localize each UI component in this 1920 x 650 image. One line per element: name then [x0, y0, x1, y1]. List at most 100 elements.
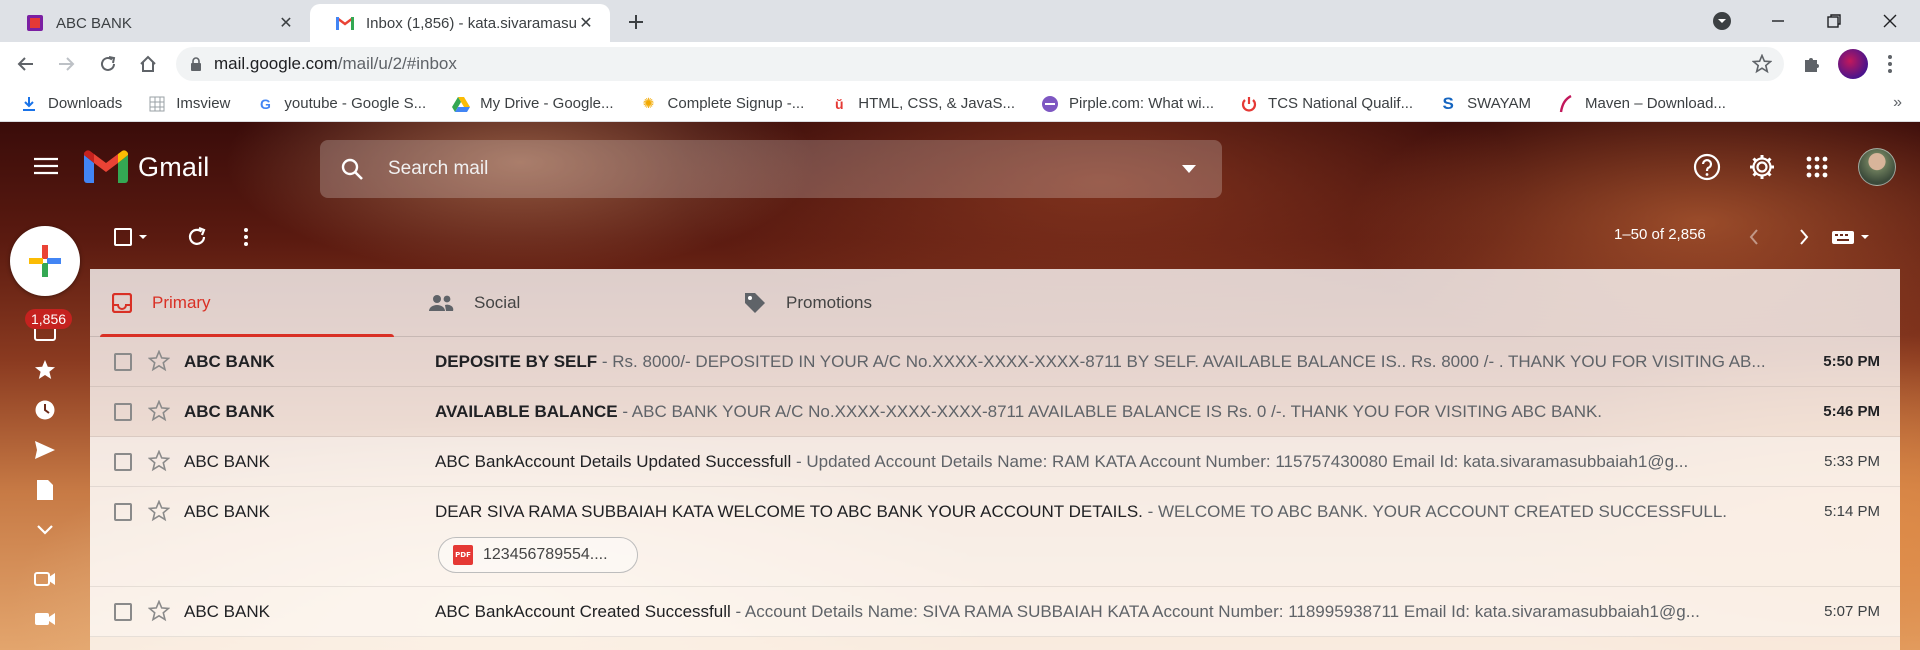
- lock-icon[interactable]: [190, 57, 202, 71]
- pirple-icon: [1041, 95, 1059, 113]
- email-subject-line: DEAR SIVA RAMA SUBBAIAH KATA WELCOME TO …: [435, 502, 1815, 522]
- row-checkbox[interactable]: [114, 603, 132, 621]
- email-time: 5:50 PM: [1823, 353, 1880, 370]
- address-bar[interactable]: mail.google.com/mail/u/2/#inbox: [176, 47, 1784, 81]
- email-sender: ABC BANK: [184, 352, 275, 371]
- email-sender: ABC BANK: [184, 402, 275, 421]
- row-checkbox[interactable]: [114, 503, 132, 521]
- refresh-icon[interactable]: [182, 222, 212, 252]
- browser-toolbar: mail.google.com/mail/u/2/#inbox: [0, 42, 1920, 86]
- bookmark-swayam[interactable]: S SWAYAM: [1439, 93, 1531, 113]
- bookmark-label: My Drive - Google...: [480, 95, 614, 112]
- email-row[interactable]: ABC BANK ABC BankAccount Created Success…: [90, 587, 1900, 637]
- gmail-logo[interactable]: Gmail: [84, 150, 210, 184]
- email-subject-line: ABC BankAccount Created Successfull - Ac…: [435, 602, 1815, 622]
- attachment-filename: 123456789554....: [483, 546, 608, 563]
- close-window-icon[interactable]: [1862, 0, 1918, 42]
- bookmark-downloads[interactable]: Downloads: [20, 95, 122, 113]
- bookmark-imsview[interactable]: Imsview: [148, 95, 230, 113]
- older-chevron-right-icon[interactable]: [1792, 222, 1816, 252]
- tab-search-icon[interactable]: [1694, 0, 1750, 42]
- compose-button[interactable]: [10, 226, 80, 296]
- search-bar[interactable]: [320, 140, 1222, 198]
- new-tab-icon[interactable]: [622, 8, 650, 36]
- url-host: mail.google.com: [214, 54, 338, 73]
- email-row[interactable]: ABC BANK DEPOSITE BY SELF - Rs. 8000/- D…: [90, 337, 1900, 387]
- tab-social[interactable]: Social: [406, 269, 710, 337]
- close-tab-icon[interactable]: ✕: [576, 13, 596, 33]
- email-subject-line: DEPOSITE BY SELF - Rs. 8000/- DEPOSITED …: [435, 352, 1815, 372]
- browser-tab-abc-bank[interactable]: ABC BANK ✕: [0, 4, 310, 42]
- row-checkbox[interactable]: [114, 353, 132, 371]
- tab-primary[interactable]: Primary: [90, 269, 394, 337]
- restore-icon[interactable]: [1806, 0, 1862, 42]
- search-options-dropdown-icon[interactable]: [1182, 160, 1196, 178]
- input-tools-keyboard-icon[interactable]: [1830, 222, 1874, 252]
- browser-profile-avatar[interactable]: [1838, 49, 1868, 79]
- search-icon[interactable]: [340, 157, 368, 181]
- browser-tab-inbox[interactable]: Inbox (1,856) - kata.sivaramasubb ✕: [310, 4, 610, 42]
- email-time: 5:07 PM: [1824, 603, 1880, 620]
- email-row[interactable]: ABC BANK DEAR SIVA RAMA SUBBAIAH KATA WE…: [90, 487, 1900, 587]
- close-tab-icon[interactable]: ✕: [276, 13, 296, 33]
- bookmark-my-drive[interactable]: My Drive - Google...: [452, 95, 614, 113]
- reload-icon[interactable]: [94, 50, 122, 78]
- more-chevron-down-icon[interactable]: [30, 515, 60, 545]
- bookmarks-bar: Downloads Imsview G youtube - Google S..…: [0, 86, 1920, 122]
- tab-title: ABC BANK: [56, 14, 132, 32]
- chrome-menu-icon[interactable]: [1876, 50, 1904, 78]
- select-all-checkbox[interactable]: [110, 222, 156, 252]
- tab-promotions[interactable]: Promotions: [722, 269, 1026, 337]
- apps-grid-icon[interactable]: [1800, 150, 1834, 184]
- email-snippet: - ABC BANK YOUR A/C No.XXXX-XXXX-XXXX-87…: [617, 402, 1603, 421]
- bookmark-youtube-google[interactable]: G youtube - Google S...: [256, 95, 426, 113]
- people-icon: [428, 294, 454, 312]
- power-icon: [1240, 95, 1258, 113]
- email-row[interactable]: ABC BANK AVAILABLE BALANCE - ABC BANK YO…: [90, 387, 1900, 437]
- google-icon: G: [259, 95, 271, 112]
- email-row[interactable]: ABC BANK ABC BankAccount Details Updated…: [90, 437, 1900, 487]
- list-toolbar: 1–50 of 2,856: [90, 212, 1900, 262]
- snoozed-clock-icon[interactable]: [30, 395, 60, 425]
- search-input[interactable]: [388, 158, 1182, 180]
- bookmark-tcs[interactable]: TCS National Qualif...: [1240, 95, 1413, 113]
- bookmark-star-icon[interactable]: [1751, 53, 1773, 79]
- email-time: 5:14 PM: [1824, 503, 1880, 520]
- star-icon[interactable]: [147, 599, 171, 627]
- home-icon[interactable]: [134, 50, 162, 78]
- sent-icon[interactable]: [30, 435, 60, 465]
- main-menu-icon[interactable]: [28, 148, 64, 184]
- star-icon[interactable]: [147, 499, 171, 527]
- bookmark-html-css-js[interactable]: ŭ HTML, CSS, & JavaS...: [830, 95, 1015, 113]
- drafts-icon[interactable]: [30, 475, 60, 505]
- meet-new-meeting-icon[interactable]: [30, 564, 60, 594]
- minimize-icon[interactable]: [1750, 0, 1806, 42]
- email-sender: ABC BANK: [184, 452, 270, 471]
- forward-icon[interactable]: [52, 50, 80, 78]
- row-checkbox[interactable]: [114, 403, 132, 421]
- extensions-puzzle-icon[interactable]: [1798, 50, 1826, 78]
- row-checkbox[interactable]: [114, 453, 132, 471]
- star-icon[interactable]: [147, 449, 171, 477]
- attachment-chip[interactable]: PDF 123456789554....: [438, 537, 638, 573]
- bookmark-pirple[interactable]: Pirple.com: What wi...: [1041, 95, 1214, 113]
- star-icon[interactable]: [147, 399, 171, 427]
- meet-join-icon[interactable]: [30, 604, 60, 634]
- bookmark-maven[interactable]: Maven – Download...: [1557, 94, 1726, 113]
- more-actions-icon[interactable]: [236, 222, 256, 252]
- starred-icon[interactable]: [30, 355, 60, 385]
- swayam-icon: S: [1442, 93, 1454, 113]
- settings-gear-icon[interactable]: [1745, 150, 1779, 184]
- newer-chevron-left-icon[interactable]: [1742, 222, 1766, 252]
- gear-icon: ✺: [642, 95, 655, 111]
- bookmark-label: TCS National Qualif...: [1268, 95, 1414, 112]
- email-snippet: - Account Details Name: SIVA RAMA SUBBAI…: [730, 602, 1700, 621]
- account-avatar[interactable]: [1858, 148, 1896, 186]
- inbox-tray-icon: [112, 293, 132, 313]
- bookmarks-overflow-icon[interactable]: »: [1893, 94, 1902, 112]
- email-snippet: - Updated Account Details Name: RAM KATA…: [791, 452, 1689, 471]
- help-icon[interactable]: [1690, 150, 1724, 184]
- back-icon[interactable]: [12, 50, 40, 78]
- bookmark-complete-signup[interactable]: ✺ Complete Signup -...: [640, 95, 805, 113]
- star-icon[interactable]: [147, 349, 171, 377]
